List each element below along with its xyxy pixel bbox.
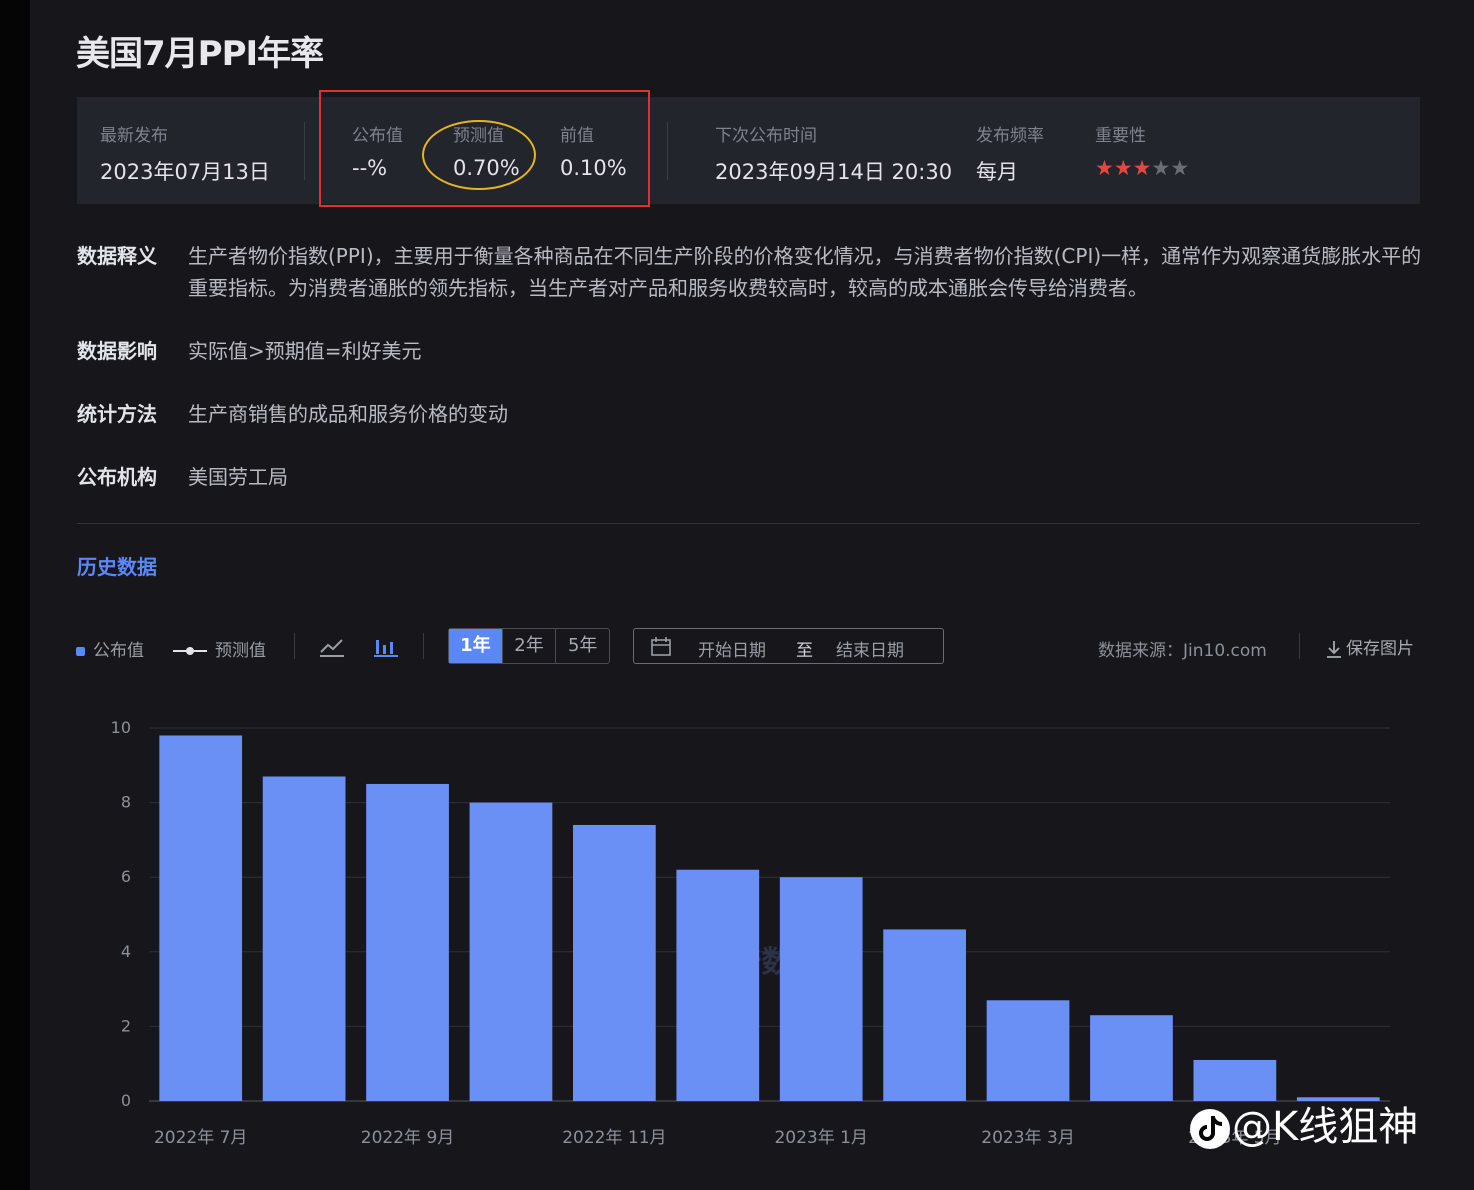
save-image-button[interactable]: 保存图片 <box>1326 634 1414 659</box>
x-tick-label: 2022年 9月 <box>361 1128 454 1148</box>
star-filled-icon: ★ <box>1132 156 1152 180</box>
bar-chart-icon[interactable] <box>373 636 399 658</box>
detail-key: 数据释义 <box>77 244 157 268</box>
y-tick-label: 8 <box>121 793 131 812</box>
bar <box>676 869 760 1101</box>
latest-release-value: 2023年07月13日 <box>100 160 270 184</box>
latest-release: 最新发布 2023年07月13日 <box>100 121 270 186</box>
next-release: 下次公布时间 2023年09月14日 20:30 <box>715 121 952 186</box>
bar <box>366 783 449 1101</box>
end-date-input[interactable]: 结束日期 <box>836 636 904 661</box>
calendar-icon <box>651 637 671 656</box>
save-image-label: 保存图片 <box>1346 639 1414 659</box>
detail-value: 实际值>预期值=利好美元 <box>188 339 422 363</box>
data-source: 数据来源：Jin10.com <box>1098 641 1267 661</box>
bar <box>469 802 553 1101</box>
start-date-input[interactable]: 开始日期 <box>698 636 766 661</box>
divider <box>304 122 305 180</box>
page: 美国7月PPI年率 最新发布 2023年07月13日 公布值 --% 预测值 0… <box>30 0 1474 1190</box>
frequency-label: 发布频率 <box>976 126 1044 146</box>
divider <box>294 633 295 659</box>
y-tick-label: 2 <box>121 1016 131 1035</box>
x-tick-label: 2022年 7月 <box>154 1128 247 1148</box>
y-tick-label: 0 <box>121 1091 131 1110</box>
bar <box>159 735 243 1101</box>
frequency-value: 每月 <box>976 160 1018 184</box>
legend-forecast[interactable]: 预测值 <box>173 636 266 661</box>
detail-key: 公布机构 <box>77 465 157 489</box>
divider <box>423 633 424 659</box>
legend-square-icon <box>76 646 85 656</box>
bar <box>986 1000 1070 1101</box>
x-tick-label: 2022年 11月 <box>562 1128 666 1148</box>
bar <box>262 776 346 1101</box>
corner-watermark-text: @K线狙神 <box>1232 1104 1419 1150</box>
next-release-value: 2023年09月14日 20:30 <box>715 160 953 184</box>
range-selector: 1年 2年 5年 <box>448 628 610 664</box>
star-empty-icon: ★ <box>1170 156 1190 180</box>
download-icon <box>1327 641 1341 658</box>
legend-forecast-label: 预测值 <box>215 641 266 661</box>
range-1y-button[interactable]: 1年 <box>449 629 503 663</box>
star-empty-icon: ★ <box>1151 156 1171 180</box>
range-5y-button[interactable]: 5年 <box>556 629 609 663</box>
star-filled-icon: ★ <box>1095 156 1114 180</box>
importance-label: 重要性 <box>1095 126 1146 146</box>
history-title: 历史数据 <box>77 555 157 579</box>
detail-value: 生产商销售的成品和服务价格的变动 <box>188 402 508 426</box>
page-title: 美国7月PPI年率 <box>76 34 324 74</box>
detail-value: 生产者物价指数(PPI)，主要用于衡量各种商品在不同生产阶段的价格变化情况，与消… <box>188 244 1422 300</box>
legend-actual-label: 公布值 <box>93 641 144 661</box>
divider <box>1299 633 1300 659</box>
detail-value: 美国劳工局 <box>188 465 288 489</box>
bar <box>573 824 656 1101</box>
importance: 重要性 ★★★★★ <box>1095 121 1189 180</box>
douyin-logo-icon <box>1190 1109 1230 1149</box>
section-divider <box>77 523 1420 524</box>
star-filled-icon: ★ <box>1113 156 1133 180</box>
highlight-ellipse <box>422 120 536 190</box>
info-bar: 最新发布 2023年07月13日 公布值 --% 预测值 0.70% 前值 0.… <box>77 97 1420 204</box>
x-tick-label: 2023年 1月 <box>774 1128 867 1148</box>
date-range-picker[interactable]: 开始日期 至 结束日期 <box>633 628 944 664</box>
corner-watermark: @K线狙神 <box>1188 1094 1418 1152</box>
x-tick-label: 2023年 3月 <box>981 1128 1074 1148</box>
date-separator: 至 <box>796 641 813 661</box>
y-tick-label: 4 <box>121 942 131 961</box>
legend-actual[interactable]: 公布值 <box>76 636 144 661</box>
bar <box>1090 1015 1173 1101</box>
next-release-label: 下次公布时间 <box>715 126 817 146</box>
detail-key: 数据影响 <box>77 339 157 363</box>
y-tick-label: 6 <box>121 867 131 886</box>
bar <box>779 877 863 1101</box>
legend-line-icon <box>173 647 207 655</box>
detail-key: 统计方法 <box>77 402 157 426</box>
frequency: 发布频率 每月 <box>976 121 1044 186</box>
importance-stars: ★★★★★ <box>1095 156 1189 180</box>
line-chart-icon[interactable] <box>319 636 345 658</box>
latest-release-label: 最新发布 <box>100 126 168 146</box>
bar <box>883 929 966 1101</box>
range-2y-button[interactable]: 2年 <box>503 629 557 663</box>
divider <box>667 122 668 180</box>
y-tick-label: 10 <box>111 718 131 737</box>
